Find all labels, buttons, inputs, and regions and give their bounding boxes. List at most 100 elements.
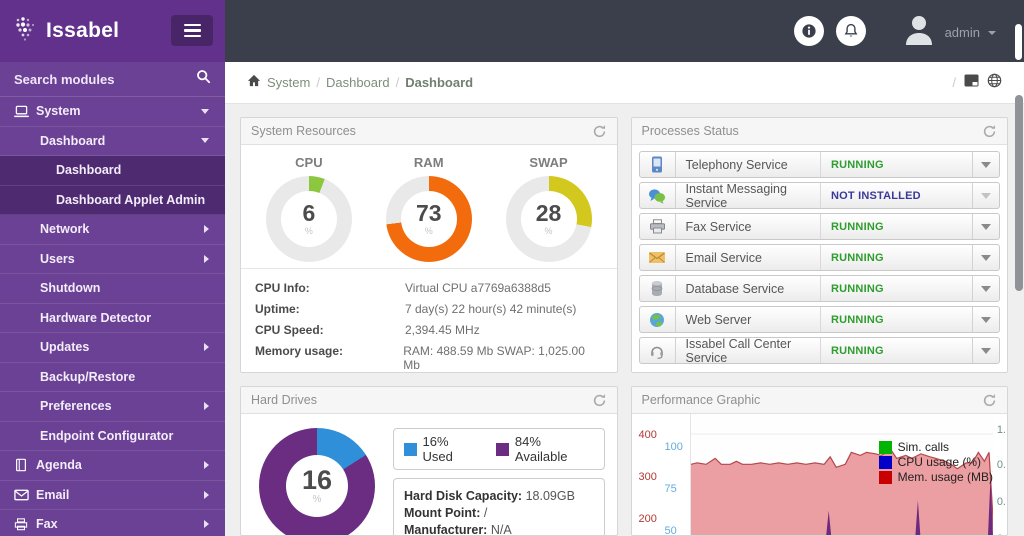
sidebar-item-network[interactable]: Network — [0, 215, 225, 245]
info-button[interactable] — [794, 16, 824, 46]
sidebar-toggle-button[interactable] — [171, 15, 213, 46]
module-search — [0, 62, 225, 97]
chevron-down-icon — [201, 108, 209, 114]
info-icon — [802, 24, 816, 38]
status-badge: RUNNING — [820, 276, 972, 301]
sidebar-item-dashboard-sub[interactable]: Dashboard — [0, 156, 225, 186]
axis-tick: 0. — [996, 496, 1006, 508]
process-dropdown-button[interactable] — [972, 214, 999, 239]
chevron-right-icon — [204, 225, 209, 234]
axis-tick: 200 — [638, 513, 657, 525]
sidebar-item-hardware-detector[interactable]: Hardware Detector — [0, 304, 225, 333]
status-badge: RUNNING — [820, 307, 972, 332]
sidebar-item-users[interactable]: Users — [0, 245, 225, 274]
axis-tick: 0. — [996, 459, 1006, 471]
process-row-telephony[interactable]: Telephony Service RUNNING — [638, 151, 1000, 178]
sidebar-item-preferences[interactable]: Preferences — [0, 392, 225, 422]
topbar: admin — [225, 0, 1024, 62]
sidebar-item-dashboard[interactable]: Dashboard — [0, 127, 225, 156]
status-badge: RUNNING — [820, 214, 972, 239]
call-center-icon — [640, 338, 676, 363]
email-service-icon — [640, 245, 676, 270]
process-row-web-server[interactable]: Web Server RUNNING — [638, 306, 1000, 333]
sidebar-item-system[interactable]: System — [0, 97, 225, 127]
breadcrumb: System / Dashboard / Dashboard / — [225, 62, 1024, 104]
process-row-fax[interactable]: Fax Service RUNNING — [638, 213, 1000, 240]
refresh-icon[interactable] — [592, 124, 607, 139]
sidebar-item-email[interactable]: Email — [0, 481, 225, 510]
status-badge: NOT INSTALLED — [820, 183, 972, 208]
process-dropdown-button[interactable] — [972, 183, 999, 208]
fax-icon — [14, 518, 36, 531]
notifications-button[interactable] — [836, 16, 866, 46]
chart-legend: Sim. calls CPU usage (%) Mem. usage (MB) — [878, 440, 993, 485]
username: admin — [944, 25, 980, 40]
system-info: CPU Info: Virtual CPU a7769a6388d5 Uptime… — [241, 268, 617, 372]
refresh-icon[interactable] — [982, 124, 997, 139]
panel-title: Performance Graphic — [641, 393, 761, 407]
sidebar-item-updates[interactable]: Updates — [0, 333, 225, 363]
language-globe-icon[interactable] — [987, 73, 1002, 93]
process-row-instant-messaging[interactable]: Instant Messaging Service NOT INSTALLED — [638, 182, 1000, 210]
status-badge: RUNNING — [820, 152, 972, 177]
search-icon[interactable] — [196, 69, 211, 89]
performance-chart: 400 300 200 100 75 50 1. 0. 0. 0. Sim. c… — [632, 414, 1008, 535]
database-icon — [640, 276, 676, 301]
sidebar-item-dashboard-applet-admin[interactable]: Dashboard Applet Admin — [0, 185, 225, 215]
chevron-right-icon — [204, 490, 209, 499]
system-resources-panel: System Resources CPU 6% RAM 73% SWAP 28% — [240, 117, 618, 373]
processes-status-panel: Processes Status Telephony Service RUNNI… — [630, 117, 1008, 373]
axis-tick: 50 — [664, 525, 677, 536]
swap-gauge: SWAP 28% — [505, 155, 592, 262]
display-mode-icon[interactable] — [964, 74, 979, 92]
process-row-email[interactable]: Email Service RUNNING — [638, 244, 1000, 271]
refresh-icon[interactable] — [592, 393, 607, 408]
web-server-icon — [640, 307, 676, 332]
laptop-icon — [14, 105, 36, 118]
process-dropdown-button[interactable] — [972, 338, 999, 363]
process-dropdown-button[interactable] — [972, 245, 999, 270]
disk-details: Hard Disk Capacity: 18.09GB Mount Point:… — [393, 478, 605, 535]
process-dropdown-button[interactable] — [972, 152, 999, 177]
sidebar-item-shutdown[interactable]: Shutdown — [0, 274, 225, 304]
logo-area: Issabel — [0, 0, 225, 62]
instant-messaging-icon — [640, 183, 676, 208]
panel-title: Processes Status — [641, 124, 739, 138]
scrollbar-fragment[interactable] — [1015, 24, 1022, 60]
axis-tick: 75 — [664, 483, 677, 495]
sidebar-item-backup-restore[interactable]: Backup/Restore — [0, 363, 225, 392]
avatar — [901, 12, 937, 53]
home-icon[interactable] — [247, 74, 261, 92]
axis-tick: 400 — [638, 429, 657, 441]
envelope-icon — [14, 489, 36, 501]
status-badge: RUNNING — [820, 245, 972, 270]
disk-usage-donut: 16% — [259, 428, 375, 535]
sidebar: Issabel System Dashboard Dashboard Dashb… — [0, 0, 225, 536]
refresh-icon[interactable] — [982, 393, 997, 408]
breadcrumb-dashboard[interactable]: Dashboard — [326, 75, 390, 90]
brand-name: Issabel — [46, 19, 120, 42]
chevron-down-icon — [201, 138, 209, 144]
panel-title: System Resources — [251, 124, 356, 138]
chevron-right-icon — [204, 343, 209, 352]
bell-icon — [844, 23, 858, 37]
sidebar-item-agenda[interactable]: Agenda — [0, 451, 225, 481]
axis-tick: 100 — [664, 441, 683, 453]
chevron-right-icon — [204, 461, 209, 470]
user-menu[interactable]: admin — [901, 12, 996, 53]
sidebar-item-fax[interactable]: Fax — [0, 510, 225, 536]
book-icon — [14, 458, 36, 472]
ram-gauge: RAM 73% — [385, 155, 472, 262]
search-input[interactable] — [14, 71, 196, 87]
process-dropdown-button[interactable] — [972, 276, 999, 301]
breadcrumb-system[interactable]: System — [267, 75, 310, 90]
scrollbar-thumb[interactable] — [1015, 95, 1023, 291]
cpu-gauge: CPU 6% — [265, 155, 352, 262]
process-dropdown-button[interactable] — [972, 307, 999, 332]
performance-graphic-panel: Performance Graphic 400 300 200 100 75 5… — [630, 386, 1008, 536]
axis-tick: 1. — [996, 424, 1006, 436]
axis-tick: 300 — [638, 471, 657, 483]
sidebar-item-endpoint-configurator[interactable]: Endpoint Configurator — [0, 422, 225, 451]
process-row-database[interactable]: Database Service RUNNING — [638, 275, 1000, 302]
process-row-call-center[interactable]: Issabel Call Center Service RUNNING — [638, 337, 1000, 365]
